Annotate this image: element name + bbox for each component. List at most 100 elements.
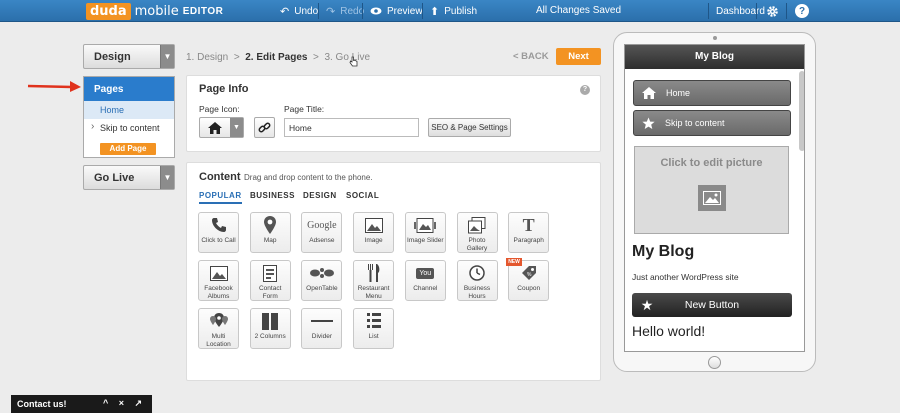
dashboard-label: Dashboard [716,5,765,17]
widget-business-hours[interactable]: Business Hours [456,260,498,301]
widget-label: Divider [311,333,332,340]
phone-blog-title[interactable]: My Blog [632,243,694,261]
widget-label: Facebook Albums [204,285,233,300]
add-page-button[interactable]: Add Page [100,143,156,155]
phone-camera [713,36,717,40]
pages-header[interactable]: Pages [84,77,174,101]
phone-post-title[interactable]: Hello world! [632,323,705,339]
widget-coupon[interactable]: % Coupon NEW [506,258,550,301]
link-button[interactable] [254,117,275,138]
widget-contact-form[interactable]: Contact Form [249,260,291,301]
phone-new-button[interactable]: ★ New Button [632,293,792,317]
phone-tagline[interactable]: Just another WordPress site [632,272,739,282]
widget-channel[interactable]: You Channel [404,260,446,301]
step-edit-pages[interactable]: 2. Edit Pages [245,52,307,63]
dashboard-link[interactable]: Dashboard [716,0,765,22]
divider [318,3,319,19]
content-title: Content [199,171,241,183]
page-info-title: Page Info [199,83,249,95]
widget-opentable[interactable]: OpenTable [301,260,343,301]
widget-label: Photo Gallery [466,237,488,252]
widget-image-slider[interactable]: Image Slider [404,212,446,253]
widget-photo-gallery[interactable]: Photo Gallery [456,212,498,253]
step-go-live[interactable]: 3. Go Live [324,52,370,63]
help-icon: ? [795,4,809,18]
design-dropdown[interactable]: Design ▼ [83,44,175,69]
widget-divider[interactable]: Divider [301,308,343,349]
seo-page-settings-button[interactable]: SEO & Page Settings [428,118,511,137]
go-live-dropdown[interactable]: Go Live ▼ [83,165,175,190]
phone-scrollbar[interactable] [799,71,804,151]
settings-button[interactable] [766,0,779,22]
redo-button[interactable]: ↷ Redo [326,0,364,22]
duda-mobile-logo: duda mobile EDITOR [86,2,223,20]
undo-label: Undo [294,5,319,17]
tab-design[interactable]: DESIGN [303,191,337,200]
tab-business[interactable]: BUSINESS [250,191,295,200]
logo-mobile: mobile [134,3,179,19]
contact-window-controls[interactable]: ^ × ↗ [103,398,146,409]
widget-label: Business Hours [463,285,491,300]
clock-icon [458,261,497,285]
google-icon: Google [302,213,341,237]
phone-picture-placeholder[interactable]: Click to edit picture [634,146,789,234]
page-title-label: Page Title: [284,104,325,114]
star-icon [642,117,655,129]
phone-header[interactable]: My Blog [625,45,804,69]
widget-label: Adsense [309,237,335,244]
divider [708,3,709,19]
page-item-skip-to-content[interactable]: Skip to content [84,119,174,137]
widget-label: Channel [413,285,438,292]
image-icon [697,185,726,211]
widget-restaurant-menu[interactable]: Restaurant Menu [353,260,395,301]
link-icon [258,122,271,133]
widget-image[interactable]: Image [353,212,395,253]
opentable-icon [302,261,341,285]
picture-placeholder-text: Click to edit picture [660,157,763,169]
phone-nav-skip-to-content[interactable]: Skip to content [633,110,791,136]
go-live-label: Go Live [94,171,135,184]
chevron-down-icon: ▼ [160,166,174,189]
next-button[interactable]: Next [556,48,601,65]
undo-button[interactable]: ↶ Undo [280,0,318,22]
widget-facebook-albums[interactable]: Facebook Albums [198,260,239,301]
list-icon [354,309,393,333]
page-icon-select[interactable]: ▼ [199,117,244,138]
widget-adsense[interactable]: Google Adsense [301,212,343,253]
tab-social[interactable]: SOCIAL [346,191,379,200]
widget-list[interactable]: List [353,308,395,349]
home-icon [200,118,230,137]
help-button[interactable]: ? [795,0,809,22]
phone-nav-home[interactable]: Home [633,80,791,106]
page-item-home[interactable]: Home [84,101,174,119]
divider-icon [302,309,341,333]
step-design[interactable]: 1. Design [186,52,228,63]
youtube-channel-icon-text: You [416,267,435,279]
widget-label: List [368,333,379,340]
star-icon: ★ [640,296,654,313]
widget-label: Click to Call [201,237,236,244]
widget-paragraph[interactable]: T Paragraph [508,212,550,253]
top-toolbar: duda mobile EDITOR ↶ Undo ↷ Redo Preview… [0,0,900,22]
design-label: Design [94,50,131,63]
tab-popular[interactable]: POPULAR [199,191,242,204]
publish-button[interactable]: ⬆ Publish [430,0,477,22]
home-icon [642,87,656,99]
contact-us-bar[interactable]: Contact us! ^ × ↗ [11,395,152,413]
save-status: All Changes Saved [536,5,622,16]
chevron-down-icon: ▼ [160,45,174,68]
divider [362,3,363,19]
preview-button[interactable]: Preview [370,0,423,22]
page-title-input[interactable] [284,118,419,137]
map-pin-icon [251,213,290,237]
annotation-arrow-icon [27,81,81,92]
widget-map[interactable]: Map [249,212,291,253]
help-icon[interactable]: ? [580,85,590,95]
gear-icon [767,5,778,17]
widget-multi-location[interactable]: Multi Location [198,308,239,349]
back-button[interactable]: < BACK [513,51,549,62]
widget-2-columns[interactable]: 2 Columns [249,308,291,349]
widget-click-to-call[interactable]: Click to Call [198,212,239,253]
svg-text:%: % [527,272,532,278]
youtube-channel-icon: You [406,261,445,285]
